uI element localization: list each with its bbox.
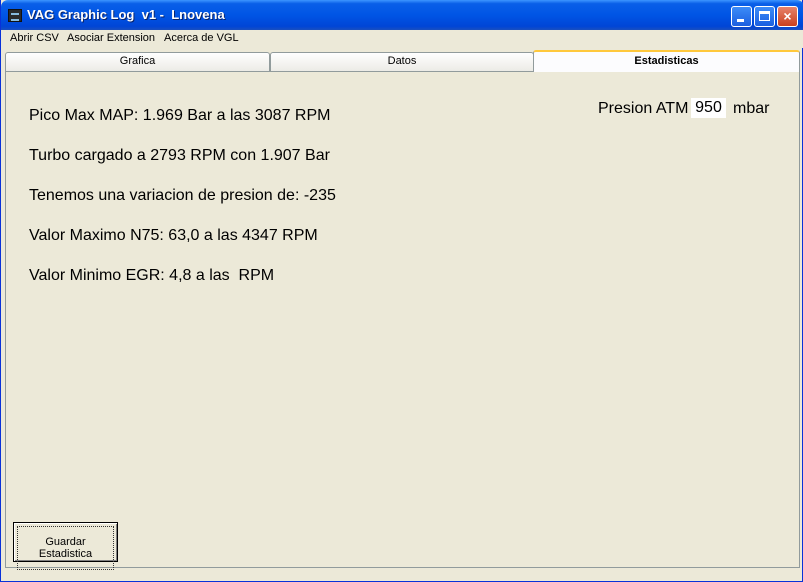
presion-atm-label: Presion ATM <box>598 100 689 117</box>
estadisticas-panel <box>5 71 800 568</box>
close-button[interactable]: × <box>777 6 798 27</box>
presion-atm-input[interactable] <box>691 98 726 118</box>
menu-acerca-de[interactable]: Acerca de VGL <box>164 32 239 44</box>
tab-strip: Grafica Datos Estadisticas <box>5 50 800 72</box>
guardar-estadistica-button[interactable]: Guardar Estadistica <box>13 522 118 570</box>
title-bar[interactable]: VAG Graphic Log v1 - Lnovena × <box>1 0 803 30</box>
minimize-icon <box>737 19 744 22</box>
stat-pico-max-map: Pico Max MAP: 1.969 Bar a las 3087 RPM <box>29 107 331 124</box>
stat-turbo-cargado: Turbo cargado a 2793 RPM con 1.907 Bar <box>29 147 330 164</box>
minimize-button[interactable] <box>731 6 752 27</box>
tab-datos[interactable]: Datos <box>270 52 534 71</box>
presion-atm-unit: mbar <box>733 100 770 117</box>
tab-grafica[interactable]: Grafica <box>5 52 270 71</box>
maximize-icon <box>759 11 770 21</box>
menu-asociar-extension[interactable]: Asociar Extension <box>67 32 155 44</box>
app-window: VAG Graphic Log v1 - Lnovena × Abrir CSV… <box>0 0 803 582</box>
stat-variacion-presion: Tenemos una variacion de presion de: -23… <box>29 187 336 204</box>
guardar-estadistica-label: Guardar Estadistica <box>17 526 114 570</box>
app-icon[interactable] <box>8 9 22 22</box>
menu-bar: Abrir CSV Asociar Extension Acerca de VG… <box>1 30 803 48</box>
maximize-button[interactable] <box>754 6 775 27</box>
close-icon: × <box>783 8 792 24</box>
tab-estadisticas[interactable]: Estadisticas <box>533 50 800 72</box>
stat-valor-max-n75: Valor Maximo N75: 63,0 a las 4347 RPM <box>29 227 318 244</box>
menu-abrir-csv[interactable]: Abrir CSV <box>10 32 59 44</box>
window-title: VAG Graphic Log v1 - Lnovena <box>27 7 225 22</box>
stat-valor-min-egr: Valor Minimo EGR: 4,8 a las RPM <box>29 267 275 284</box>
